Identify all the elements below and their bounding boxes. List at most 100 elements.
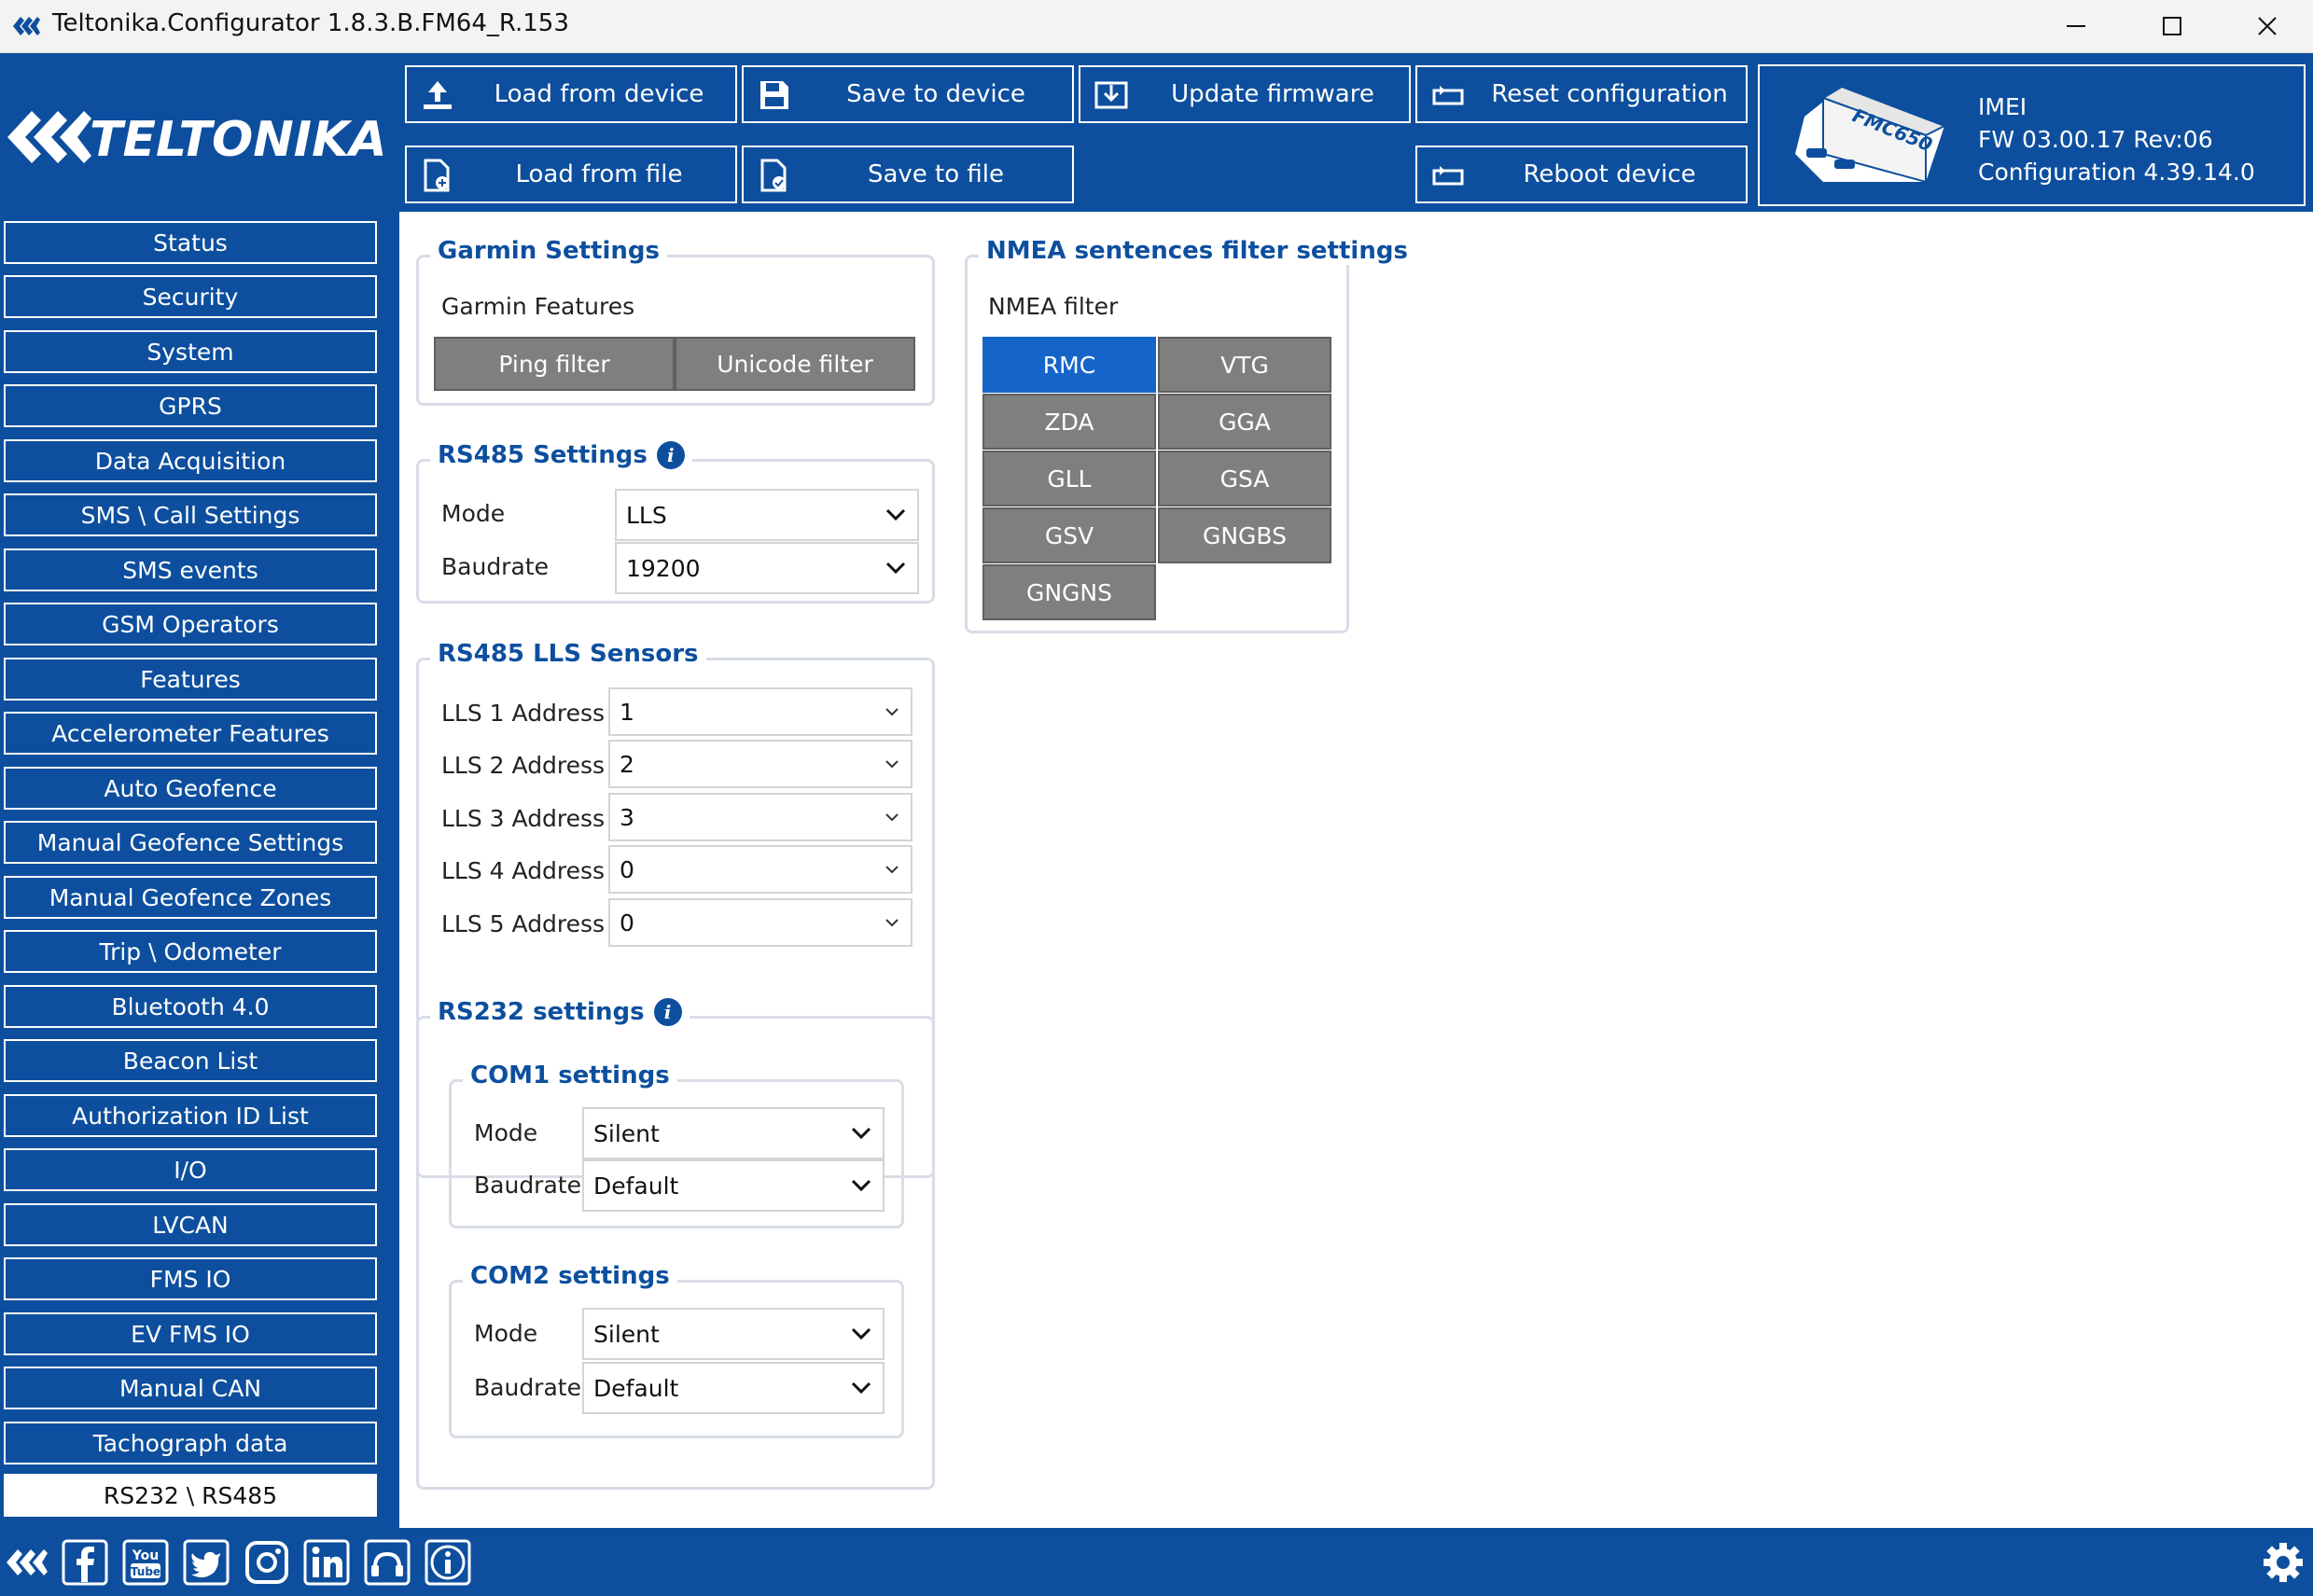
firmware-download-icon: [1094, 81, 1128, 109]
reset-configuration-button[interactable]: Reset configuration: [1415, 65, 1748, 123]
lls-4-address-select[interactable]: 0: [608, 845, 913, 894]
close-icon: [2258, 17, 2277, 35]
footer-bar: You Tube: [0, 1528, 2313, 1596]
lls-3-address-select[interactable]: 3: [608, 793, 913, 841]
nmea-gsa-button[interactable]: GSA: [1158, 451, 1331, 507]
sidebar-item-system[interactable]: System: [4, 330, 377, 373]
maximize-icon: [2163, 17, 2181, 35]
sidebar-item-manual-geofence-settings[interactable]: Manual Geofence Settings: [4, 821, 377, 864]
com2-baudrate-select[interactable]: Default: [582, 1362, 885, 1414]
youtube-icon[interactable]: You Tube: [122, 1539, 169, 1586]
instagram-icon[interactable]: [244, 1539, 290, 1586]
sidebar-item-rs232-rs485[interactable]: RS232 \ RS485: [4, 1474, 377, 1517]
sidebar-item-manual-geofence-zones[interactable]: Manual Geofence Zones: [4, 876, 377, 919]
sidebar-item-beacon-list[interactable]: Beacon List: [4, 1039, 377, 1082]
settings-gear-icon[interactable]: [2260, 1539, 2306, 1586]
com2-settings-group: COM2 settings Mode Silent Baudrate Defau…: [449, 1262, 904, 1438]
ping-filter-button[interactable]: Ping filter: [434, 337, 675, 391]
firmware-version: FW 03.00.17 Rev:06: [1978, 126, 2213, 153]
sidebar-item-sms-events[interactable]: SMS events: [4, 548, 377, 591]
maximize-button[interactable]: [2125, 0, 2219, 52]
sidebar-item-auto-geofence[interactable]: Auto Geofence: [4, 767, 377, 810]
lls-address-label: LLS 2 Address: [441, 752, 606, 779]
nmea-filter-label: NMEA filter: [988, 293, 1119, 320]
com1-mode-select[interactable]: Silent: [582, 1107, 885, 1159]
save-to-device-button[interactable]: Save to device: [742, 65, 1074, 123]
lls-address-label: LLS 1 Address: [441, 700, 606, 727]
sidebar-item-gsm-operators[interactable]: GSM Operators: [4, 603, 377, 645]
com2-baudrate-value: Default: [593, 1374, 679, 1402]
sidebar-item-tachograph-data[interactable]: Tachograph data: [4, 1422, 377, 1464]
reset-icon: [1432, 86, 1464, 105]
load-from-device-button[interactable]: Load from device: [405, 65, 737, 123]
rs232-settings-group: RS232 settings i COM1 settings Mode Silen…: [416, 998, 935, 1490]
sidebar-item-bluetooth[interactable]: Bluetooth 4.0: [4, 985, 377, 1028]
nmea-gngns-button[interactable]: GNGNS: [982, 564, 1156, 620]
configuration-version: Configuration 4.39.14.0: [1978, 159, 2255, 186]
sidebar-item-trip-odometer[interactable]: Trip \ Odometer: [4, 930, 377, 973]
save-to-file-button[interactable]: Save to file: [742, 146, 1074, 203]
lls-address-value: 1: [620, 698, 634, 726]
com2-mode-value: Silent: [593, 1320, 660, 1348]
chevron-down-icon: [851, 1381, 871, 1395]
lls-sensors-title: RS485 LLS Sensors: [438, 640, 699, 668]
sidebar-item-status[interactable]: Status: [4, 221, 377, 264]
sidebar-item-data-acquisition[interactable]: Data Acquisition: [4, 439, 377, 482]
sidebar-item-gprs[interactable]: GPRS: [4, 384, 377, 427]
lls-1-address-select[interactable]: 1: [608, 687, 913, 736]
sidebar-item-authorization-id-list[interactable]: Authorization ID List: [4, 1094, 377, 1137]
sidebar-item-fms-io[interactable]: FMS IO: [4, 1257, 377, 1300]
lls-5-address-select[interactable]: 0: [608, 898, 913, 947]
svg-text:Tube: Tube: [131, 1565, 160, 1578]
load-from-file-button[interactable]: Load from file: [405, 146, 737, 203]
lls-2-address-select[interactable]: 2: [608, 740, 913, 788]
sidebar-item-manual-can[interactable]: Manual CAN: [4, 1367, 377, 1409]
facebook-icon[interactable]: [62, 1539, 108, 1586]
com2-mode-select[interactable]: Silent: [582, 1308, 885, 1360]
com1-baudrate-select[interactable]: Default: [582, 1159, 885, 1212]
nmea-gga-button[interactable]: GGA: [1158, 394, 1331, 450]
nmea-gngbs-button[interactable]: GNGBS: [1158, 507, 1331, 563]
chevron-down-icon: [885, 813, 899, 822]
chevron-down-icon: [885, 508, 906, 521]
device-info-panel: FMC650 IMEI FW 03.00.17 Rev:06 Configura…: [1758, 64, 2306, 206]
sidebar-item-lvcan[interactable]: LVCAN: [4, 1203, 377, 1246]
toolbar-header: TELTONIKA Load from device Save to devic…: [0, 53, 2313, 212]
sidebar-item-security[interactable]: Security: [4, 275, 377, 318]
nmea-vtg-button[interactable]: VTG: [1158, 337, 1331, 393]
chevron-down-icon: [885, 562, 906, 575]
sidebar-item-accelerometer-features[interactable]: Accelerometer Features: [4, 712, 377, 755]
com2-settings-title: COM2 settings: [470, 1262, 670, 1290]
svg-text:TELTONIKA: TELTONIKA: [90, 112, 387, 168]
sidebar-item-io[interactable]: I/O: [4, 1148, 377, 1191]
reboot-device-button[interactable]: Reboot device: [1415, 146, 1748, 203]
rs485-baudrate-select[interactable]: 19200: [615, 542, 919, 594]
com2-baudrate-label: Baudrate: [474, 1374, 581, 1401]
minimize-icon: [2067, 25, 2085, 27]
community-icon[interactable]: [364, 1539, 411, 1586]
nmea-gsv-button[interactable]: GSV: [982, 507, 1156, 563]
device-image: FMC650: [1795, 85, 1947, 184]
chevron-down-icon: [851, 1327, 871, 1340]
nmea-gll-button[interactable]: GLL: [982, 451, 1156, 507]
chevron-down-icon: [885, 919, 899, 927]
nmea-rmc-button[interactable]: RMC: [982, 337, 1156, 393]
lls-address-label: LLS 3 Address: [441, 805, 606, 832]
sidebar-item-features[interactable]: Features: [4, 658, 377, 701]
twitter-icon[interactable]: [183, 1539, 230, 1586]
sidebar-item-sms-call-settings[interactable]: SMS \ Call Settings: [4, 493, 377, 536]
unicode-filter-button[interactable]: Unicode filter: [675, 337, 915, 391]
rs485-mode-select[interactable]: LLS: [615, 489, 919, 541]
sidebar-item-ev-fms-io[interactable]: EV FMS IO: [4, 1312, 377, 1355]
minimize-button[interactable]: [2029, 0, 2123, 52]
update-firmware-button[interactable]: Update firmware: [1079, 65, 1411, 123]
close-button[interactable]: [2221, 0, 2313, 52]
nmea-zda-button[interactable]: ZDA: [982, 394, 1156, 450]
info-icon[interactable]: i: [656, 441, 685, 469]
chevron-down-icon: [851, 1127, 871, 1140]
teltonika-icon[interactable]: [4, 1539, 50, 1586]
info-icon[interactable]: [425, 1539, 471, 1586]
info-icon[interactable]: i: [653, 998, 682, 1026]
rs485-baudrate-label: Baudrate: [441, 553, 549, 580]
linkedin-icon[interactable]: [303, 1539, 350, 1586]
